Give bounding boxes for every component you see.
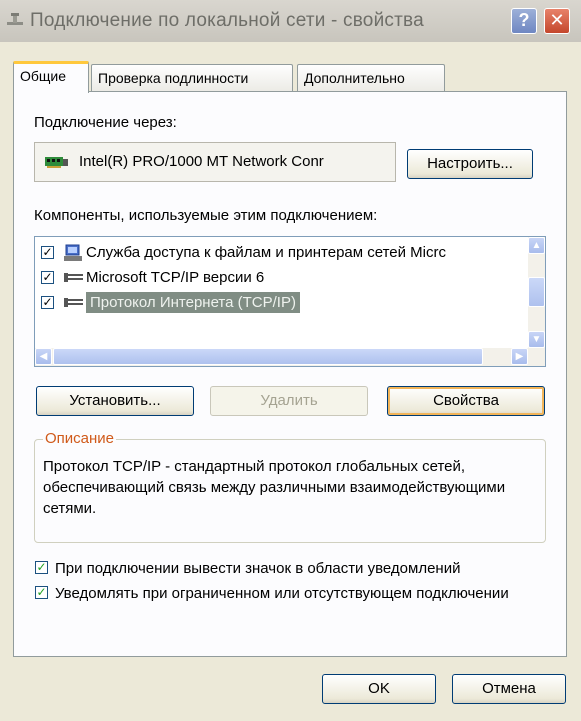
remove-button[interactable]: Удалить <box>210 386 368 416</box>
component-checkbox[interactable]: ✓ <box>41 296 54 309</box>
show-icon-checkbox[interactable]: ✓ <box>35 561 48 574</box>
network-connection-icon <box>7 13 23 25</box>
install-button[interactable]: Установить... <box>36 386 194 416</box>
component-checkbox[interactable]: ✓ <box>41 246 54 259</box>
horizontal-scroll-thumb[interactable] <box>53 348 483 365</box>
help-button[interactable]: ? <box>511 8 537 34</box>
scroll-down-icon[interactable]: ▼ <box>528 331 545 348</box>
component-checkbox[interactable]: ✓ <box>41 271 54 284</box>
connect-via-label: Подключение через: <box>34 114 177 131</box>
list-item[interactable]: ✓ Microsoft TCP/IP версии 6 <box>41 267 531 291</box>
adapter-name: Intel(R) PRO/1000 MT Network Conr <box>79 153 324 170</box>
scroll-up-icon[interactable]: ▲ <box>528 237 545 254</box>
network-protocol-icon <box>64 273 83 282</box>
list-item[interactable]: ✓ Протокол Интернета (TCP/IP) <box>41 292 531 316</box>
description-text: Протокол TCP/IP - стандартный протокол г… <box>43 458 506 517</box>
configure-button[interactable]: Настроить... <box>407 149 533 179</box>
list-item[interactable]: ✓ Служба доступа к файлам и принтерам се… <box>41 242 531 266</box>
tab-advanced[interactable]: Дополнительно <box>297 64 445 91</box>
general-tab-panel: Подключение через: Intel(R) PRO/1000 MT … <box>13 91 567 657</box>
components-label: Компоненты, используемые этим подключени… <box>34 207 378 224</box>
network-adapter-icon <box>45 157 68 168</box>
title-bar[interactable]: Подключение по локальной сети - свойства… <box>0 0 581 42</box>
properties-dialog: Подключение по локальной сети - свойства… <box>0 0 581 721</box>
close-button[interactable]: ✕ <box>544 8 570 34</box>
tab-authentication[interactable]: Проверка подлинности <box>91 64 293 91</box>
network-protocol-icon <box>64 298 83 307</box>
components-list[interactable]: ✓ Служба доступа к файлам и принтерам се… <box>34 236 546 367</box>
description-title: Описание <box>43 430 117 447</box>
component-label: Microsoft TCP/IP версии 6 <box>86 269 265 286</box>
ok-button[interactable]: OK <box>322 674 436 704</box>
properties-button[interactable]: Свойства <box>387 386 545 416</box>
vertical-scrollbar[interactable]: ▲ ▼ <box>528 237 545 348</box>
file-printer-sharing-icon <box>64 244 82 261</box>
notify-checkbox[interactable]: ✓ <box>35 586 48 599</box>
cancel-button[interactable]: Отмена <box>452 674 566 704</box>
horizontal-scrollbar[interactable]: ◀ ▶ <box>35 348 545 366</box>
component-label-selected: Протокол Интернета (TCP/IP) <box>86 292 300 313</box>
vertical-scroll-thumb[interactable] <box>528 277 545 307</box>
scroll-left-icon[interactable]: ◀ <box>35 348 52 365</box>
window-title: Подключение по локальной сети - свойства <box>30 10 424 31</box>
scroll-right-icon[interactable]: ▶ <box>511 348 528 365</box>
notify-label: Уведомлять при ограниченном или отсутств… <box>55 585 509 602</box>
show-icon-label: При подключении вывести значок в области… <box>55 560 461 577</box>
tab-general[interactable]: Общие <box>13 61 89 93</box>
description-group: Описание Протокол TCP/IP - стандартный п… <box>34 430 546 543</box>
component-label: Служба доступа к файлам и принтерам сете… <box>86 244 446 261</box>
adapter-field: Intel(R) PRO/1000 MT Network Conr <box>34 142 396 182</box>
